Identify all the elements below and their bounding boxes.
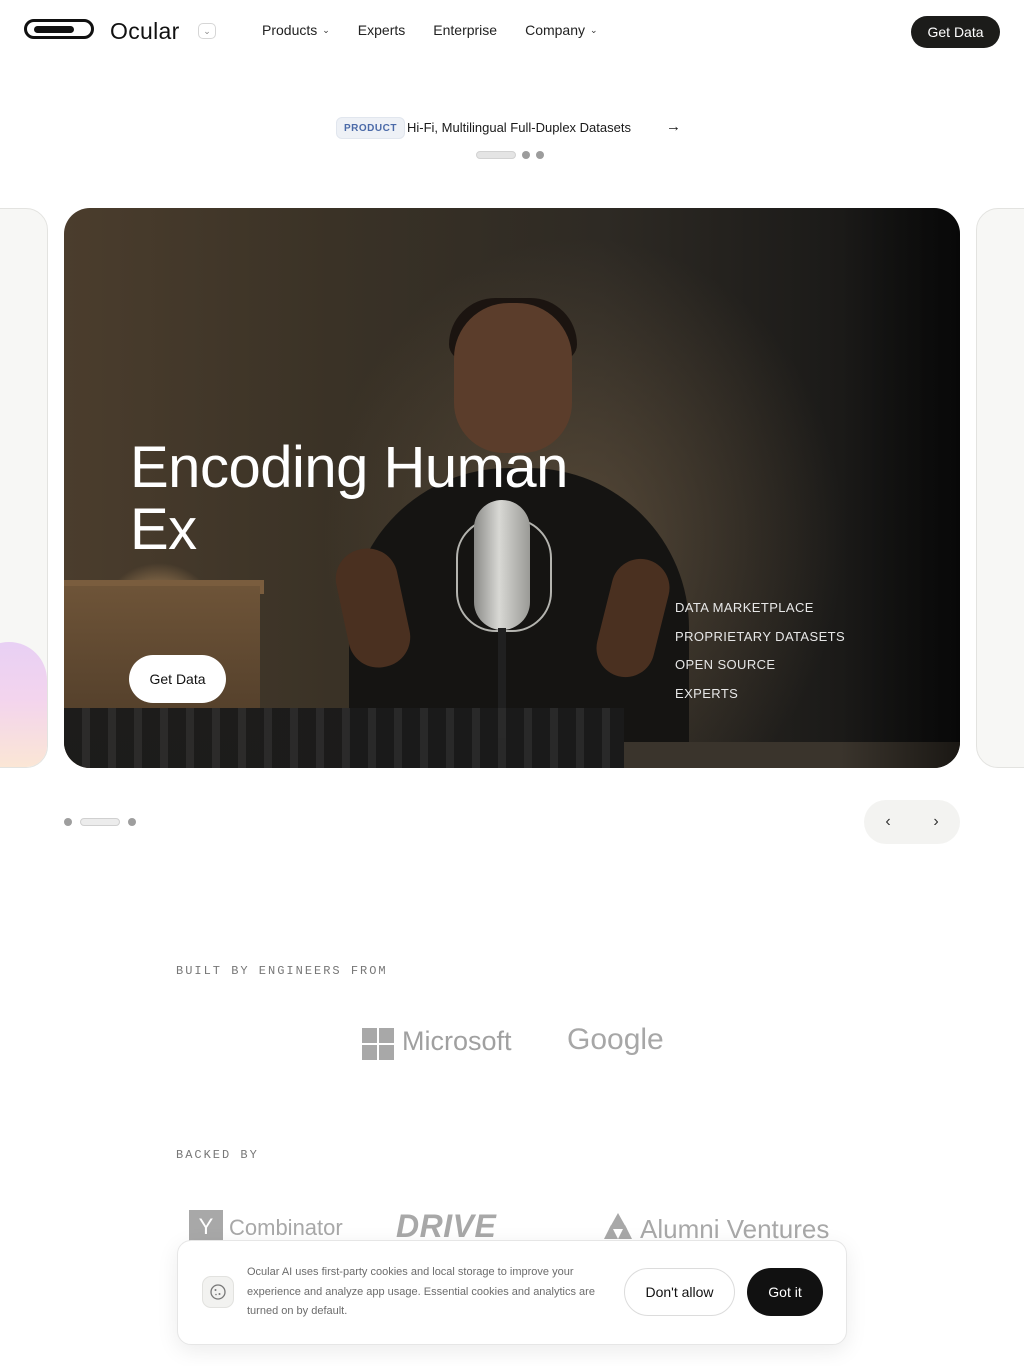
carousel-pagination xyxy=(64,818,136,826)
brand-dropdown-chevron-icon[interactable]: ⌄ xyxy=(198,23,216,39)
google-logo: Google xyxy=(567,1023,664,1056)
ycombinator-logo: Combinator xyxy=(229,1215,343,1240)
pagination-dot[interactable] xyxy=(536,151,544,159)
arrow-right-icon[interactable]: → xyxy=(666,118,681,135)
brand-name[interactable]: Ocular xyxy=(110,18,180,45)
alumni-ventures-logo-icon xyxy=(604,1213,632,1239)
carousel-arrows: ‹ › xyxy=(864,800,960,844)
pagination-dot[interactable] xyxy=(522,151,530,159)
nav-company[interactable]: Company ⌄ xyxy=(525,22,597,38)
hero-link-proprietary-datasets[interactable]: PROPRIETARY DATASETS xyxy=(675,629,845,658)
chevron-down-icon: ⌄ xyxy=(322,24,330,35)
hero-link-experts[interactable]: EXPERTS xyxy=(675,686,845,715)
carousel-next-card[interactable] xyxy=(976,208,1024,768)
engineers-label: BUILT BY ENGINEERS FROM xyxy=(176,964,388,978)
carousel-prev-card[interactable] xyxy=(0,208,48,768)
microsoft-logo-icon xyxy=(362,1028,394,1060)
pagination-dot[interactable] xyxy=(64,818,72,826)
hero-get-data-button[interactable]: Get Data xyxy=(129,655,226,703)
ycombinator-logo-icon: Y xyxy=(189,1210,223,1244)
announcement-pagination xyxy=(476,151,544,159)
header-get-data-button[interactable]: Get Data xyxy=(911,16,1000,48)
logo-mark[interactable] xyxy=(24,19,94,39)
cookie-decline-button[interactable]: Don't allow xyxy=(624,1268,735,1316)
nav-enterprise[interactable]: Enterprise xyxy=(433,22,497,38)
main-nav: Products ⌄ Experts Enterprise Company ⌄ xyxy=(262,22,626,38)
pagination-dot[interactable] xyxy=(128,818,136,826)
nav-experts[interactable]: Experts xyxy=(358,22,405,38)
hero-title: Encoding Human Ex xyxy=(130,435,568,562)
announcement-tag: PRODUCT xyxy=(336,117,405,139)
nav-products[interactable]: Products ⌄ xyxy=(262,22,330,38)
backers-label: BACKED BY xyxy=(176,1148,259,1162)
cookie-accept-button[interactable]: Got it xyxy=(747,1268,823,1316)
pagination-active[interactable] xyxy=(476,151,516,159)
chevron-left-icon[interactable]: ‹ xyxy=(885,813,890,831)
hero-link-data-marketplace[interactable]: DATA MARKETPLACE xyxy=(675,600,845,629)
microsoft-logo: Microsoft xyxy=(402,1026,512,1056)
hero-link-list: DATA MARKETPLACE PROPRIETARY DATASETS OP… xyxy=(675,600,845,714)
cookie-icon xyxy=(202,1276,234,1308)
announcement-link[interactable]: Hi-Fi, Multilingual Full-Duplex Datasets xyxy=(407,120,631,135)
chevron-right-icon[interactable]: › xyxy=(933,813,938,831)
hero-link-open-source[interactable]: OPEN SOURCE xyxy=(675,657,845,686)
cookie-message: Ocular AI uses first-party cookies and l… xyxy=(247,1266,595,1317)
pagination-active[interactable] xyxy=(80,818,120,826)
chevron-down-icon: ⌄ xyxy=(590,24,598,35)
